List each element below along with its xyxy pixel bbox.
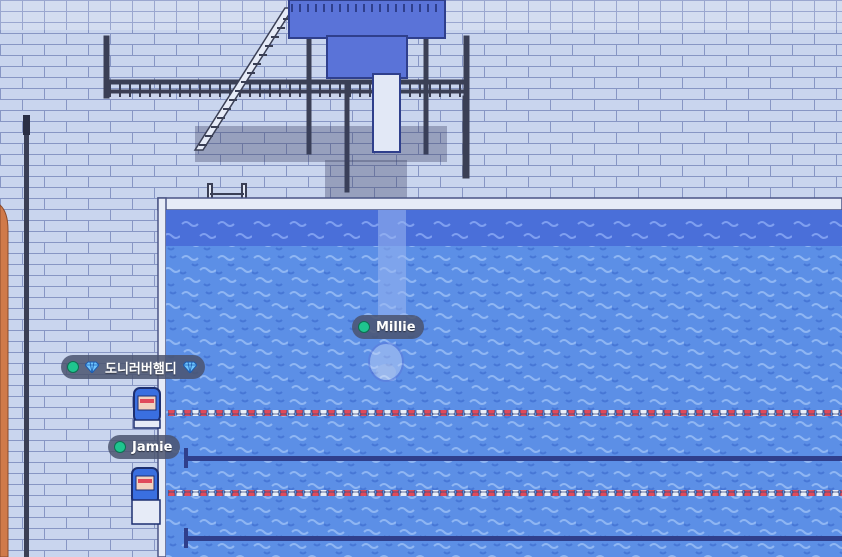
player-name: 도니러버햄디 bbox=[105, 361, 177, 377]
diamond-icon bbox=[85, 361, 99, 373]
pool-scene[interactable] bbox=[0, 0, 842, 557]
pool-edge bbox=[157, 197, 842, 211]
lamp-post bbox=[24, 115, 29, 557]
board-reflection bbox=[378, 210, 406, 330]
lane-line-tick-1 bbox=[184, 448, 188, 468]
avatar-millie[interactable] bbox=[368, 342, 404, 382]
nametag-jamie[interactable]: Jamie bbox=[108, 435, 181, 459]
lane-rope-1 bbox=[168, 410, 842, 416]
nametag-donilover[interactable]: 도니러버햄디 bbox=[61, 355, 205, 379]
lane-rope-2 bbox=[168, 490, 842, 496]
platform-shadow bbox=[195, 126, 447, 162]
nametag-millie[interactable]: Millie bbox=[352, 315, 424, 339]
lane-line-2 bbox=[186, 536, 842, 541]
lamp-post-cap bbox=[23, 115, 30, 135]
player-name: Jamie bbox=[132, 439, 173, 455]
brick-pillar bbox=[0, 204, 9, 557]
platform-shadow-column bbox=[325, 160, 407, 200]
avatar-donilover[interactable] bbox=[133, 387, 161, 429]
avatar-jamie[interactable] bbox=[131, 467, 161, 525]
lane-line-1 bbox=[186, 456, 842, 461]
diamond-icon bbox=[182, 361, 197, 373]
pool-water bbox=[166, 210, 842, 557]
lane-line-tick-2 bbox=[184, 528, 188, 548]
back-wall bbox=[0, 30, 842, 205]
online-status-dot bbox=[67, 361, 79, 373]
online-status-dot bbox=[114, 441, 126, 453]
pool-water-deep-edge bbox=[166, 210, 842, 246]
player-name: Millie bbox=[376, 319, 416, 335]
online-status-dot bbox=[358, 321, 370, 333]
